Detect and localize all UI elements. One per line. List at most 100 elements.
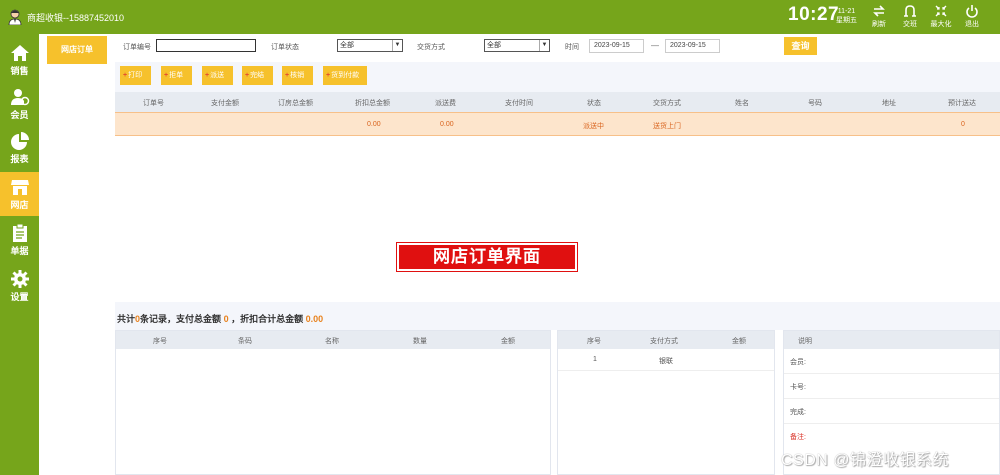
user-info: 商超收银--15887452010 <box>8 9 124 25</box>
page-title-banner: 网店订单界面 <box>396 242 578 272</box>
trade-cell: 送货上门 <box>653 123 681 130</box>
sidebar-item-label: 报表 <box>10 154 29 164</box>
column-header: 序号 <box>153 338 167 345</box>
refresh-icon <box>873 5 885 17</box>
column-header: 订单号 <box>143 100 164 107</box>
column-header: 条码 <box>238 338 252 345</box>
query-button[interactable]: 查询 <box>784 37 817 55</box>
weekday-text: 星期五 <box>836 17 857 24</box>
top-bar: 商超收银--15887452010 10:27 11-21 星期五 刷新 交班 … <box>0 0 1000 34</box>
cod-button[interactable]: +货到付款 <box>323 66 367 85</box>
verify-button[interactable]: +核销 <box>282 66 313 85</box>
payment-index-cell: 1 <box>593 356 597 363</box>
summary-prefix: 共计 <box>117 314 136 324</box>
store-icon <box>10 180 29 195</box>
dispatch-label: 派送 <box>210 72 225 79</box>
date-separator: — <box>651 41 659 50</box>
pie-chart-icon <box>10 132 29 150</box>
chevron-down-icon: ▼ <box>539 40 549 51</box>
discount-total-cell: 0.00 <box>367 121 381 128</box>
action-bar: +打印 +拒单 +派送 +完结 +核销 +货到付款 <box>115 62 1000 92</box>
sub-menu-panel: 网店订单 <box>39 34 115 475</box>
cod-label: 货到付款 <box>331 72 360 79</box>
gear-icon <box>10 270 29 288</box>
sidebar-item-label: 设置 <box>10 292 29 302</box>
table-row[interactable]: 1 银联 <box>558 349 774 371</box>
summary-pay-total: 0 <box>223 314 229 324</box>
column-header: 金额 <box>732 338 746 345</box>
user-label: 商超收银--15887452010 <box>27 12 125 23</box>
column-header: 预计送达 <box>948 100 976 107</box>
date-text: 11-21 <box>837 8 856 15</box>
handover-label: 交班 <box>903 21 917 28</box>
sidebar-item-store[interactable]: 网店 <box>0 172 39 216</box>
plus-icon: + <box>123 72 128 79</box>
plus-icon: + <box>326 72 331 79</box>
power-icon <box>966 5 978 18</box>
items-panel: 序号 条码 名称 数量 金额 <box>115 330 551 475</box>
column-header: 地址 <box>882 100 896 107</box>
print-button[interactable]: +打印 <box>120 66 151 85</box>
sidebar-item-label: 会员 <box>10 110 29 120</box>
payment-method-cell: 银联 <box>659 358 673 365</box>
eta-cell: 0 <box>961 121 965 128</box>
date-from-input[interactable]: 2023-09-15 <box>589 39 644 53</box>
sidebar-item-label: 单据 <box>10 246 29 256</box>
info-label-member: 会员: <box>790 359 806 366</box>
maximize-label: 最大化 <box>930 21 952 28</box>
order-no-input[interactable] <box>156 39 256 52</box>
sidebar-item-receipt[interactable]: 单据 <box>0 218 39 262</box>
reject-button[interactable]: +拒单 <box>161 66 192 85</box>
clock-date: 11-21 星期五 <box>836 7 857 25</box>
column-header: 交货方式 <box>653 100 681 107</box>
handover-button[interactable]: 交班 <box>897 4 923 29</box>
delivery-fee-cell: 0.00 <box>440 121 454 128</box>
sidebar-item-label: 销售 <box>10 66 29 76</box>
home-icon <box>10 45 29 61</box>
items-table-header: 序号 条码 名称 数量 金额 <box>116 331 550 349</box>
exit-button[interactable]: 退出 <box>959 4 985 29</box>
handover-icon <box>904 5 916 17</box>
user-avatar-icon <box>8 9 22 25</box>
sidebar-item-sales[interactable]: 销售 <box>0 38 39 82</box>
info-header-label: 说明 <box>798 338 812 345</box>
info-row-card: 卡号: <box>784 374 999 399</box>
dispatch-button[interactable]: +派送 <box>202 66 233 85</box>
trade-label: 交货方式 <box>417 44 445 51</box>
date-to-input[interactable]: 2023-09-15 <box>665 39 720 53</box>
maximize-button[interactable]: 最大化 <box>928 4 954 29</box>
sidebar-item-report[interactable]: 报表 <box>0 126 39 170</box>
table-row[interactable]: 0.00 0.00 派送中 送货上门 0 <box>115 112 1000 136</box>
info-label-complete: 完成: <box>790 409 806 416</box>
clock-time: 10:27 <box>788 4 840 25</box>
watermark-text: CSDN @锦澄收银系统 <box>781 452 950 469</box>
complete-button[interactable]: +完结 <box>242 66 273 85</box>
orders-table-header: 订单号 支付金额 订房总金额 折扣总金额 派送费 支付时间 状态 交货方式 姓名… <box>115 92 1000 112</box>
refresh-button[interactable]: 刷新 <box>866 4 892 29</box>
exit-label: 退出 <box>965 21 979 28</box>
sidebar: 销售 会员 报表 网店 单据 设置 <box>0 34 39 475</box>
tab-online-orders[interactable]: 网店订单 <box>47 36 107 64</box>
order-status-label: 订单状态 <box>271 44 299 51</box>
print-label: 打印 <box>128 72 143 79</box>
column-header: 支付方式 <box>650 338 678 345</box>
sidebar-item-member[interactable]: 会员 <box>0 82 39 126</box>
summary-discount-total: 0.00 <box>305 314 324 324</box>
column-header: 号码 <box>808 100 822 107</box>
trade-select[interactable]: 全部 ▼ <box>484 39 550 52</box>
time-label: 时间 <box>565 44 579 51</box>
column-header: 订房总金额 <box>278 100 313 107</box>
info-label-remark: 备注: <box>790 434 806 441</box>
order-status-value: 全部 <box>340 42 354 49</box>
sidebar-item-label: 网店 <box>10 200 29 210</box>
column-header: 序号 <box>587 338 601 345</box>
column-header: 支付金额 <box>211 100 239 107</box>
column-header: 派送费 <box>435 100 456 107</box>
sidebar-item-settings[interactable]: 设置 <box>0 264 39 308</box>
reject-label: 拒单 <box>169 72 184 79</box>
member-icon <box>10 89 29 106</box>
order-status-select[interactable]: 全部 ▼ <box>337 39 403 52</box>
payment-table-header: 序号 支付方式 金额 <box>558 331 774 349</box>
maximize-icon <box>935 5 947 17</box>
info-row-member: 会员: <box>784 349 999 374</box>
